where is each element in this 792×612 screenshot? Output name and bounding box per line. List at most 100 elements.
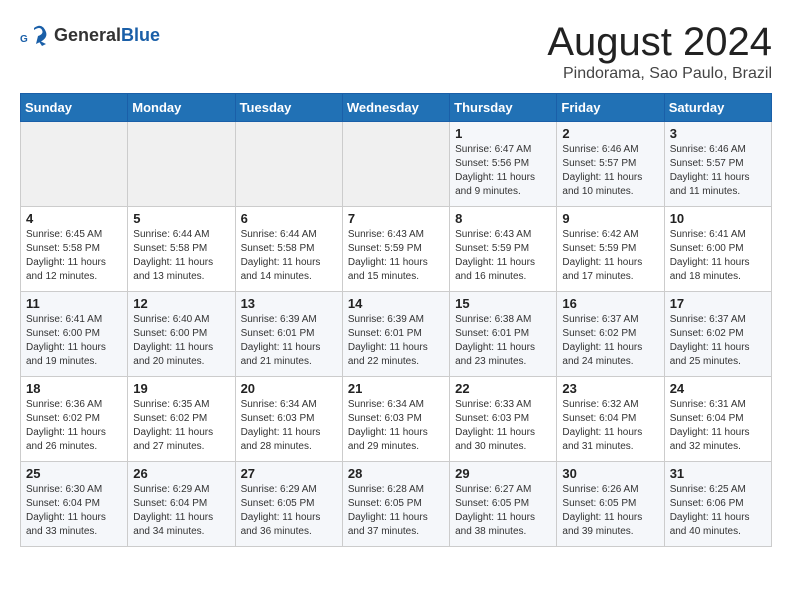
day-number: 29 [455, 466, 551, 481]
calendar-cell: 25 Sunrise: 6:30 AM Sunset: 6:04 PM Dayli… [21, 462, 128, 547]
day-info: Sunrise: 6:44 AM Sunset: 5:58 PM Dayligh… [133, 228, 229, 284]
day-info: Sunrise: 6:26 AM Sunset: 6:05 PM Dayligh… [562, 483, 658, 539]
day-number: 20 [241, 381, 337, 396]
day-number: 27 [241, 466, 337, 481]
title-area: August 2024 Pindorama, Sao Paulo, Brazil [547, 20, 772, 83]
calendar-cell: 21 Sunrise: 6:34 AM Sunset: 6:03 PM Dayli… [342, 377, 449, 462]
calendar-cell: 6 Sunrise: 6:44 AM Sunset: 5:58 PM Daylig… [235, 207, 342, 292]
calendar-cell: 9 Sunrise: 6:42 AM Sunset: 5:59 PM Daylig… [557, 207, 664, 292]
day-number: 6 [241, 211, 337, 226]
calendar-title: August 2024 [547, 20, 772, 65]
day-info: Sunrise: 6:28 AM Sunset: 6:05 PM Dayligh… [348, 483, 444, 539]
day-number: 1 [455, 126, 551, 141]
calendar-cell: 1 Sunrise: 6:47 AM Sunset: 5:56 PM Daylig… [450, 122, 557, 207]
day-number: 25 [26, 466, 122, 481]
day-info: Sunrise: 6:43 AM Sunset: 5:59 PM Dayligh… [455, 228, 551, 284]
day-number: 5 [133, 211, 229, 226]
calendar-cell: 18 Sunrise: 6:36 AM Sunset: 6:02 PM Dayli… [21, 377, 128, 462]
calendar-cell: 24 Sunrise: 6:31 AM Sunset: 6:04 PM Dayli… [664, 377, 771, 462]
day-number: 11 [26, 296, 122, 311]
calendar-cell: 23 Sunrise: 6:32 AM Sunset: 6:04 PM Dayli… [557, 377, 664, 462]
calendar-cell [235, 122, 342, 207]
header-tuesday: Tuesday [235, 94, 342, 122]
day-number: 26 [133, 466, 229, 481]
day-number: 21 [348, 381, 444, 396]
day-number: 31 [670, 466, 766, 481]
calendar-cell: 7 Sunrise: 6:43 AM Sunset: 5:59 PM Daylig… [342, 207, 449, 292]
day-number: 19 [133, 381, 229, 396]
day-number: 13 [241, 296, 337, 311]
calendar-cell: 31 Sunrise: 6:25 AM Sunset: 6:06 PM Dayli… [664, 462, 771, 547]
page-header: G GeneralBlue August 2024 Pindorama, Sao… [20, 20, 772, 83]
calendar-cell: 13 Sunrise: 6:39 AM Sunset: 6:01 PM Dayli… [235, 292, 342, 377]
calendar-cell: 22 Sunrise: 6:33 AM Sunset: 6:03 PM Dayli… [450, 377, 557, 462]
day-info: Sunrise: 6:33 AM Sunset: 6:03 PM Dayligh… [455, 398, 551, 454]
calendar-cell: 19Sunrise: 6:35 AM Sunset: 6:02 PM Dayli… [128, 377, 235, 462]
day-info: Sunrise: 6:29 AM Sunset: 6:05 PM Dayligh… [241, 483, 337, 539]
calendar-cell: 28 Sunrise: 6:28 AM Sunset: 6:05 PM Dayli… [342, 462, 449, 547]
day-number: 9 [562, 211, 658, 226]
day-number: 2 [562, 126, 658, 141]
day-number: 4 [26, 211, 122, 226]
day-number: 14 [348, 296, 444, 311]
day-info: Sunrise: 6:32 AM Sunset: 6:04 PM Dayligh… [562, 398, 658, 454]
logo-text-general: General [54, 25, 121, 45]
header-friday: Friday [557, 94, 664, 122]
logo-text-blue: Blue [121, 25, 160, 45]
day-info: Sunrise: 6:25 AM Sunset: 6:06 PM Dayligh… [670, 483, 766, 539]
day-info: Sunrise: 6:27 AM Sunset: 6:05 PM Dayligh… [455, 483, 551, 539]
logo-icon: G [20, 20, 50, 50]
day-number: 3 [670, 126, 766, 141]
day-info: Sunrise: 6:36 AM Sunset: 6:02 PM Dayligh… [26, 398, 122, 454]
day-info: Sunrise: 6:43 AM Sunset: 5:59 PM Dayligh… [348, 228, 444, 284]
day-info: Sunrise: 6:47 AM Sunset: 5:56 PM Dayligh… [455, 143, 551, 199]
day-info: Sunrise: 6:40 AM Sunset: 6:00 PM Dayligh… [133, 313, 229, 369]
day-info: Sunrise: 6:41 AM Sunset: 6:00 PM Dayligh… [26, 313, 122, 369]
day-info: Sunrise: 6:41 AM Sunset: 6:00 PM Dayligh… [670, 228, 766, 284]
day-info: Sunrise: 6:39 AM Sunset: 6:01 PM Dayligh… [241, 313, 337, 369]
day-info: Sunrise: 6:34 AM Sunset: 6:03 PM Dayligh… [348, 398, 444, 454]
calendar-table: SundayMondayTuesdayWednesdayThursdayFrid… [20, 93, 772, 547]
calendar-cell: 26 Sunrise: 6:29 AM Sunset: 6:04 PM Dayli… [128, 462, 235, 547]
day-info: Sunrise: 6:42 AM Sunset: 5:59 PM Dayligh… [562, 228, 658, 284]
day-number: 23 [562, 381, 658, 396]
day-info: Sunrise: 6:46 AM Sunset: 5:57 PM Dayligh… [670, 143, 766, 199]
header-wednesday: Wednesday [342, 94, 449, 122]
day-info: Sunrise: 6:39 AM Sunset: 6:01 PM Dayligh… [348, 313, 444, 369]
day-number: 24 [670, 381, 766, 396]
day-number: 10 [670, 211, 766, 226]
calendar-subtitle: Pindorama, Sao Paulo, Brazil [547, 65, 772, 83]
day-info: Sunrise: 6:29 AM Sunset: 6:04 PM Dayligh… [133, 483, 229, 539]
logo: G GeneralBlue [20, 20, 160, 50]
day-info: Sunrise: 6:37 AM Sunset: 6:02 PM Dayligh… [670, 313, 766, 369]
calendar-cell: 8Sunrise: 6:43 AM Sunset: 5:59 PM Daylig… [450, 207, 557, 292]
calendar-cell: 10 Sunrise: 6:41 AM Sunset: 6:00 PM Dayli… [664, 207, 771, 292]
day-info: Sunrise: 6:34 AM Sunset: 6:03 PM Dayligh… [241, 398, 337, 454]
calendar-cell [21, 122, 128, 207]
day-info: Sunrise: 6:30 AM Sunset: 6:04 PM Dayligh… [26, 483, 122, 539]
calendar-cell: 14 Sunrise: 6:39 AM Sunset: 6:01 PM Dayli… [342, 292, 449, 377]
calendar-cell: 29 Sunrise: 6:27 AM Sunset: 6:05 PM Dayli… [450, 462, 557, 547]
calendar-cell [128, 122, 235, 207]
header-sunday: Sunday [21, 94, 128, 122]
day-number: 22 [455, 381, 551, 396]
calendar-cell: 11 Sunrise: 6:41 AM Sunset: 6:00 PM Dayli… [21, 292, 128, 377]
calendar-cell [342, 122, 449, 207]
header-monday: Monday [128, 94, 235, 122]
day-info: Sunrise: 6:37 AM Sunset: 6:02 PM Dayligh… [562, 313, 658, 369]
svg-text:G: G [20, 34, 28, 45]
day-info: Sunrise: 6:44 AM Sunset: 5:58 PM Dayligh… [241, 228, 337, 284]
calendar-cell: 4 Sunrise: 6:45 AM Sunset: 5:58 PM Daylig… [21, 207, 128, 292]
day-number: 28 [348, 466, 444, 481]
calendar-cell: 5 Sunrise: 6:44 AM Sunset: 5:58 PM Daylig… [128, 207, 235, 292]
calendar-cell: 3 Sunrise: 6:46 AM Sunset: 5:57 PM Daylig… [664, 122, 771, 207]
day-info: Sunrise: 6:45 AM Sunset: 5:58 PM Dayligh… [26, 228, 122, 284]
day-number: 30 [562, 466, 658, 481]
calendar-cell: 15Sunrise: 6:38 AM Sunset: 6:01 PM Dayli… [450, 292, 557, 377]
day-number: 18 [26, 381, 122, 396]
day-number: 16 [562, 296, 658, 311]
day-info: Sunrise: 6:31 AM Sunset: 6:04 PM Dayligh… [670, 398, 766, 454]
day-number: 12 [133, 296, 229, 311]
calendar-cell: 27 Sunrise: 6:29 AM Sunset: 6:05 PM Dayli… [235, 462, 342, 547]
day-number: 7 [348, 211, 444, 226]
